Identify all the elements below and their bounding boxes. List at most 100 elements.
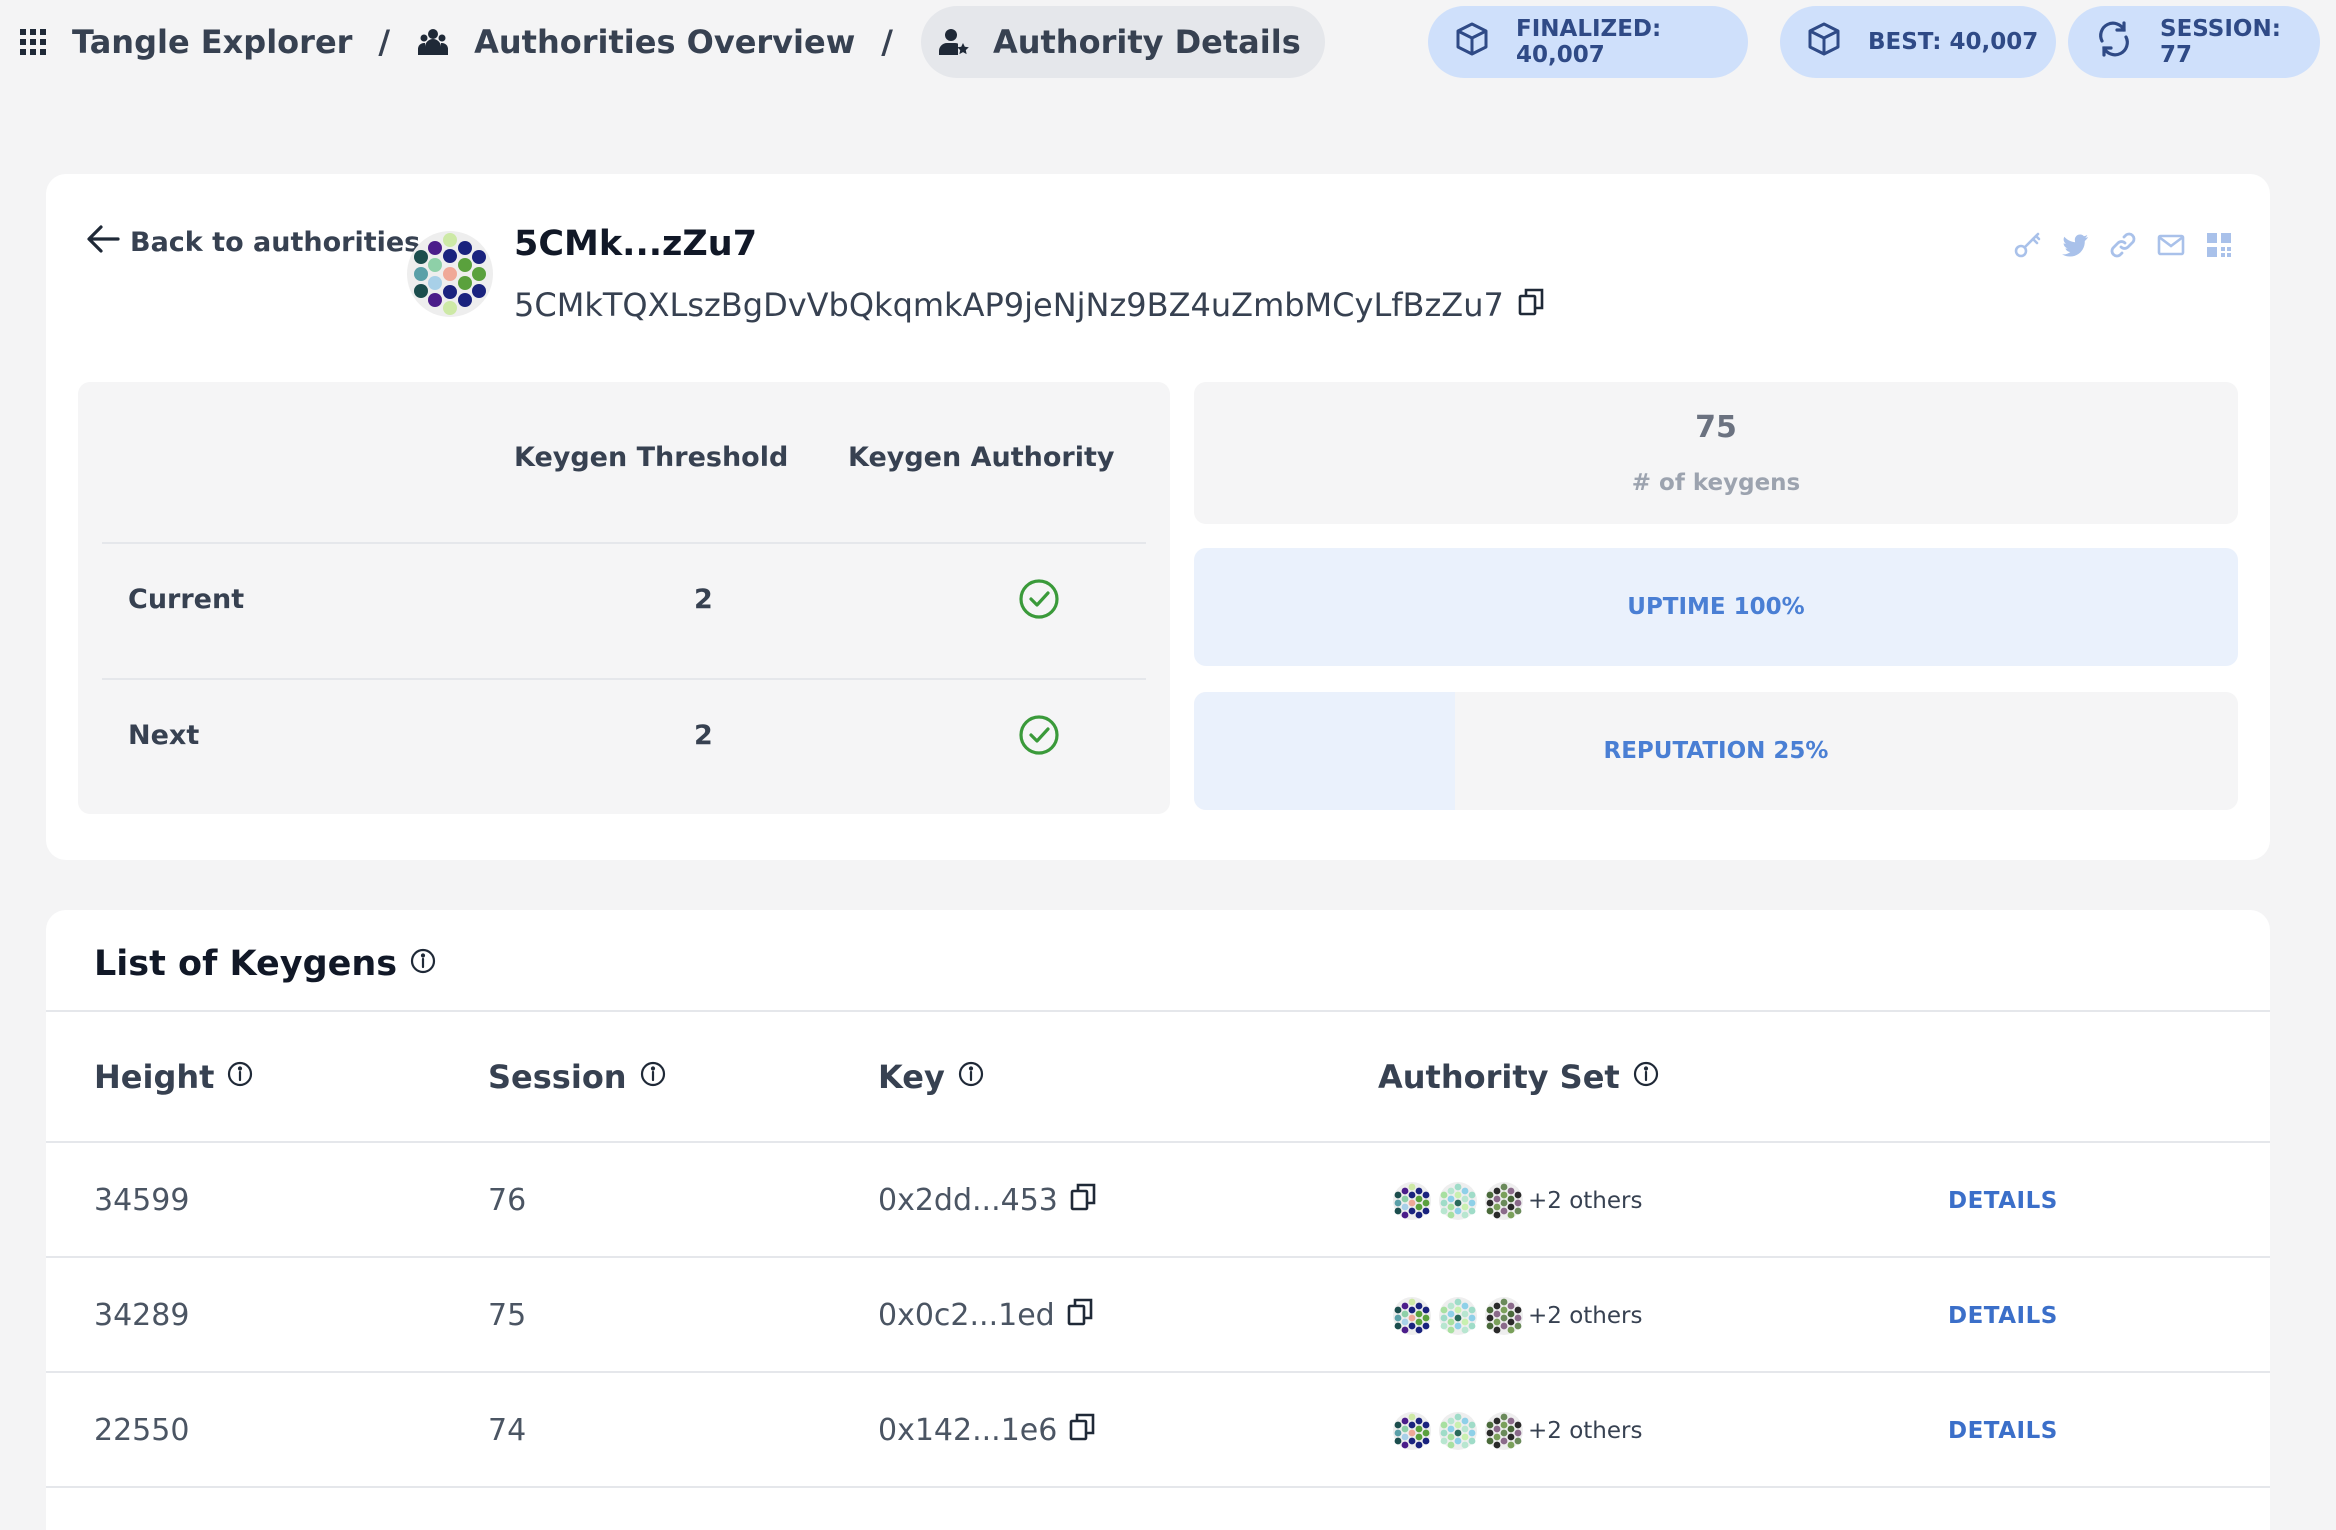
keygen-status-row: Next 2 (102, 678, 1146, 814)
authority-set-cell: +2 others (1380, 1258, 1642, 1373)
key-cell: 0x142...1e6 (878, 1373, 1095, 1488)
avatar[interactable] (1472, 1411, 1523, 1451)
keygens-count-label: # of keygens (1631, 470, 1801, 496)
key-text: 0x0c2...1ed (878, 1298, 1055, 1333)
column-header-label: Authority Set (1378, 1058, 1620, 1096)
copy-icon[interactable] (1504, 286, 1544, 324)
users-icon (418, 27, 449, 57)
breadcrumb-authorities-overview[interactable]: Authorities Overview (418, 6, 855, 78)
full-address-text: 5CMkTQXLszBgDvVbQkqmkAP9jeNjNz9BZ4uZmbMC… (514, 286, 1504, 324)
info-icon[interactable] (214, 1058, 254, 1096)
breadcrumb-separator: / (881, 23, 893, 61)
column-header-session: Session (488, 1058, 667, 1096)
reputation-bar: REPUTATION 25% (1194, 692, 2238, 810)
row-label: Next (128, 720, 200, 751)
keygen-status-table: Keygen Threshold Keygen Authority Curren… (78, 382, 1170, 814)
info-icon[interactable] (1620, 1058, 1660, 1096)
info-icon[interactable] (397, 944, 437, 984)
social-links (2012, 230, 2234, 260)
qr-icon[interactable] (2204, 230, 2234, 260)
uptime-bar: UPTIME 100% (1194, 548, 2238, 666)
finalized-label: FINALIZED: 40,007 (1516, 16, 1662, 68)
mail-icon[interactable] (2156, 230, 2186, 260)
breadcrumb-label: Authorities Overview (474, 23, 856, 61)
link-icon[interactable] (2108, 230, 2138, 260)
check-circle-icon (1018, 578, 1060, 624)
arrow-left-icon (86, 224, 130, 261)
keygens-count: 75 (1695, 410, 1737, 445)
authority-set-cell: +2 others (1380, 1143, 1642, 1258)
keygens-count-stat: 75 # of keygens (1194, 382, 2238, 524)
breadcrumb: Tangle Explorer / Authorities Overview /… (20, 6, 1325, 78)
details-label: DETAILS (1948, 1302, 2058, 1329)
avatar (406, 230, 494, 322)
threshold-value: 2 (694, 584, 713, 615)
others-count: +2 others (1528, 1187, 1643, 1214)
avatar[interactable] (1472, 1181, 1523, 1221)
avatar[interactable] (1380, 1296, 1431, 1336)
avatar[interactable] (1472, 1296, 1523, 1336)
avatar[interactable] (1426, 1296, 1477, 1336)
avatar[interactable] (1426, 1181, 1477, 1221)
breadcrumb-label: Authority Details (992, 23, 1301, 61)
finalized-badge[interactable]: FINALIZED: 40,007 (1428, 6, 1748, 78)
others-count: +2 others (1528, 1417, 1643, 1444)
divider (46, 1010, 2270, 1012)
avatar[interactable] (1380, 1411, 1431, 1451)
cube-icon (1428, 21, 1516, 63)
info-icon[interactable] (945, 1058, 985, 1096)
session-cell: 75 (488, 1298, 527, 1333)
height-cell: 34599 (94, 1183, 190, 1218)
column-header-authority-set: Authority Set (1378, 1058, 1660, 1096)
authority-card: Back to authorities 5CMk...zZu7 5CMkTQXL… (46, 174, 2270, 860)
info-icon[interactable] (627, 1058, 667, 1096)
breadcrumb-authority-details[interactable]: Authority Details (920, 6, 1325, 78)
table-row: 34599 76 0x2dd...453 +2 others DETAILS (46, 1141, 2270, 1258)
cube-icon (1780, 21, 1868, 63)
details-button[interactable]: DETAILS (1948, 1373, 2058, 1488)
keygen-status-row: Current 2 (102, 542, 1146, 678)
table-row: 22550 74 0x142...1e6 +2 others DETAILS (46, 1371, 2270, 1488)
column-header-label: Key (878, 1058, 945, 1096)
copy-icon[interactable] (1057, 1413, 1095, 1449)
avatar[interactable] (1380, 1181, 1431, 1221)
key-icon[interactable] (2012, 230, 2042, 260)
best-badge[interactable]: BEST: 40,007 (1780, 6, 2056, 78)
threshold-value: 2 (694, 720, 713, 751)
avatar[interactable] (1426, 1411, 1477, 1451)
refresh-icon (2068, 19, 2160, 65)
copy-icon[interactable] (1055, 1298, 1093, 1334)
details-button[interactable]: DETAILS (1948, 1143, 2058, 1258)
keygens-title-text: List of Keygens (94, 944, 398, 984)
row-label: Current (128, 584, 245, 615)
others-count: +2 others (1528, 1302, 1643, 1329)
session-cell: 74 (488, 1413, 527, 1448)
copy-icon[interactable] (1058, 1183, 1096, 1219)
top-bar: Tangle Explorer / Authorities Overview /… (0, 0, 2336, 82)
session-label: SESSION: 77 (2160, 16, 2281, 68)
height-cell: 22550 (94, 1413, 190, 1448)
back-to-authorities-link[interactable]: Back to authorities (86, 224, 420, 261)
session-badge[interactable]: SESSION: 77 (2068, 6, 2320, 78)
keygens-title: List of Keygens (94, 944, 437, 984)
breadcrumb-separator: / (378, 23, 391, 61)
check-circle-icon (1018, 714, 1060, 760)
details-button[interactable]: DETAILS (1948, 1258, 2058, 1373)
divider (46, 1486, 2270, 1488)
account-full-address: 5CMkTQXLszBgDvVbQkqmkAP9jeNjNz9BZ4uZmbMC… (514, 286, 1544, 324)
account-short-address: 5CMk...zZu7 (514, 224, 758, 264)
keygen-authority-header: Keygen Authority (848, 442, 1115, 473)
details-label: DETAILS (1948, 1187, 2058, 1214)
uptime-label: UPTIME 100% (1627, 594, 1805, 620)
column-header-key: Key (878, 1058, 985, 1096)
grid-icon (20, 29, 46, 55)
key-text: 0x142...1e6 (878, 1413, 1058, 1448)
breadcrumb-label: Tangle Explorer (72, 23, 353, 61)
column-header-height: Height (94, 1058, 254, 1096)
best-label: BEST: 40,007 (1868, 29, 2039, 55)
authority-set-cell: +2 others (1380, 1373, 1642, 1488)
twitter-icon[interactable] (2060, 230, 2090, 260)
details-label: DETAILS (1948, 1417, 2058, 1444)
breadcrumb-tangle-explorer[interactable]: Tangle Explorer (20, 6, 352, 78)
user-star-icon (938, 27, 969, 57)
